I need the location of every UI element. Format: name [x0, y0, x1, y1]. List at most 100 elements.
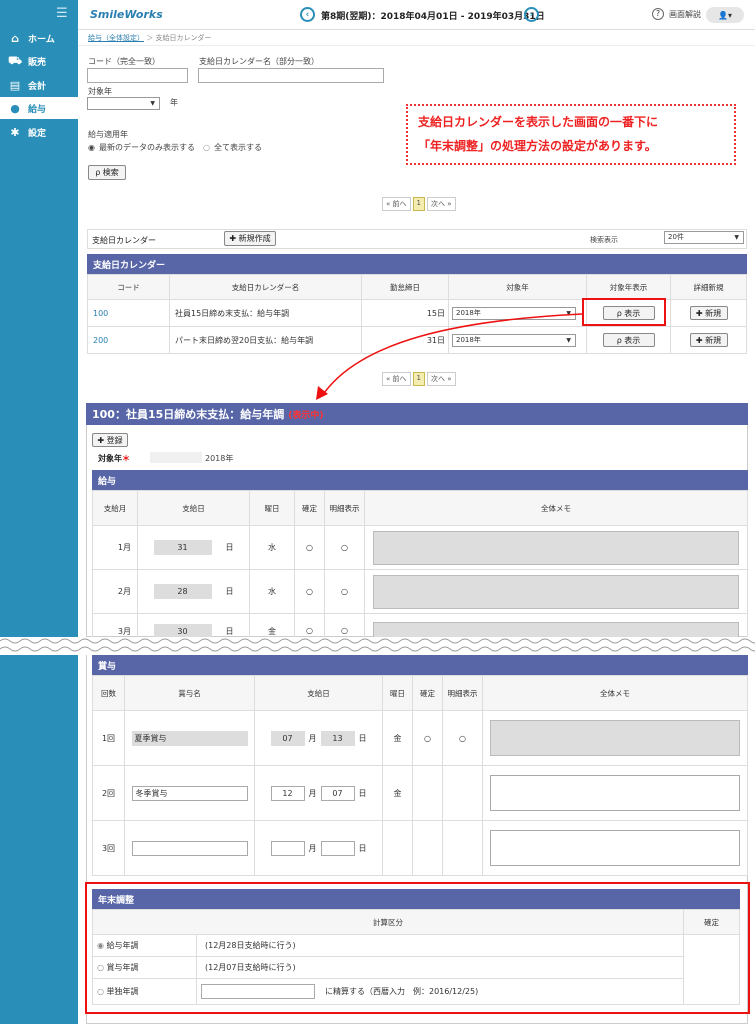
yearend-header: 年末調整 — [92, 889, 740, 909]
code-input[interactable] — [87, 68, 188, 83]
bonus-name-input[interactable]: 夏季賞与 — [131, 730, 248, 746]
detail-radio[interactable]: ○ — [324, 569, 365, 614]
col-month: 支給月 — [92, 490, 138, 526]
col-dow: 曜日 — [249, 490, 295, 526]
memo-textarea[interactable] — [373, 530, 739, 565]
target-year-label: 対象年＊ — [98, 454, 130, 463]
sidebar: ☰ ⌂ ホーム ⛟ 販売 ▤ 会計 ● 給与 ✱ 設定 — [0, 0, 78, 1024]
memo-textarea[interactable] — [490, 830, 740, 866]
cart-icon: ⛟ — [8, 53, 22, 67]
col-year-show: 対象年表示 — [586, 274, 671, 300]
row-new-button[interactable]: ✚ 新規 — [689, 333, 728, 347]
bonus-month-input[interactable]: 12 — [270, 785, 305, 801]
bonus-table: 回数 賞与名 支給日 曜日 確定 明細表示 全体メモ 1回 夏季賞与 07 月 13 日金 ○ ○ 2回冬… — [92, 675, 748, 876]
display-count-label: 検索表示 — [590, 236, 618, 244]
bonus-day-input[interactable]: 13 — [320, 730, 355, 746]
confirm-radio[interactable]: ○ — [294, 569, 325, 614]
list-toolbar — [87, 229, 747, 249]
confirm-radio[interactable]: ○ — [294, 525, 325, 570]
page-break — [0, 637, 755, 655]
logo: SmileWorks — [90, 8, 163, 21]
col-new: 詳細新規 — [670, 274, 747, 300]
detail-header: 100：社員15日締め末支払：給与年調 (表示中) — [86, 403, 748, 425]
sidebar-item-label: 販売 — [28, 57, 47, 68]
radio-salary-yearend[interactable]: ◉ — [97, 941, 104, 950]
register-button[interactable]: ✚ 登録 — [92, 433, 128, 447]
moneybag-icon: ● — [10, 101, 20, 115]
sidebar-item-label: ホーム — [28, 34, 55, 45]
col-name: 支給日カレンダー名 — [169, 274, 362, 300]
table-row: 1月 31 日水 ○ ○ — [92, 525, 748, 570]
salary-header: 給与 — [92, 470, 748, 490]
table-row: 3回月日 — [92, 820, 748, 876]
detail-radio[interactable]: ○ — [324, 525, 365, 570]
sidebar-item-settings[interactable]: ✱ 設定 — [0, 121, 78, 143]
name-label: 支給日カレンダー名（部分一致） — [199, 57, 319, 66]
pager-page[interactable]: 1 — [412, 372, 425, 386]
name-input[interactable] — [198, 68, 384, 83]
detail-status: (表示中) — [288, 410, 324, 421]
pager-prev[interactable]: « 前へ — [382, 197, 411, 211]
radio-all[interactable]: ○ — [203, 143, 210, 152]
payday-input[interactable]: 28 — [153, 584, 212, 599]
memo-textarea[interactable] — [490, 775, 740, 811]
radio-bonus-yearend[interactable]: ○ — [97, 963, 104, 972]
next-period-icon[interactable]: › — [524, 7, 539, 22]
user-menu[interactable]: 👤▾ — [706, 7, 744, 23]
memo-textarea[interactable] — [373, 574, 739, 609]
bonus-day-input[interactable] — [320, 840, 355, 856]
sidebar-item-accounting[interactable]: ▤ 会計 — [0, 74, 78, 96]
sidebar-item-home[interactable]: ⌂ ホーム — [0, 27, 78, 49]
search-button[interactable]: ρ 検索 — [88, 165, 126, 180]
year-label: 対象年 — [88, 87, 112, 96]
list-header: 支給日カレンダー — [87, 254, 747, 274]
detail-radio[interactable]: ○ — [442, 710, 483, 766]
radio-standalone-yearend[interactable]: ○ — [97, 987, 104, 996]
row-new-button[interactable]: ✚ 新規 — [689, 306, 728, 320]
pager-next[interactable]: 次へ » — [426, 197, 456, 211]
show-button[interactable]: ρ 表示 — [602, 333, 655, 347]
bonus-name-input[interactable]: 冬季賞与 — [131, 785, 248, 801]
col-close: 勤怠締日 — [361, 274, 449, 300]
breadcrumb-current: 支給日カレンダー — [155, 34, 212, 42]
col-memo: 全体メモ — [364, 490, 748, 526]
notice-line-1: 支給日カレンダーを表示した画面の一番下に — [418, 115, 659, 129]
row-code-link[interactable]: 100 — [93, 309, 108, 318]
bonus-day-input[interactable]: 07 — [320, 785, 355, 801]
detail-title: 100：社員15日締め末支払：給与年調 — [92, 408, 285, 421]
radio-latest[interactable]: ◉ — [88, 143, 95, 152]
code-label: コード（完全一致） — [88, 57, 160, 66]
confirm-radio[interactable]: ○ — [412, 710, 443, 766]
callout-arrow-icon — [316, 313, 583, 400]
year-select[interactable]: ▼ — [87, 97, 160, 110]
memo-textarea[interactable] — [490, 720, 740, 756]
bonus-name-input[interactable] — [131, 840, 248, 856]
standalone-date-input[interactable] — [201, 984, 315, 999]
pager-top: « 前へ 1 次へ » — [382, 197, 456, 211]
bonus-month-input[interactable]: 07 — [270, 730, 305, 746]
bonus-month-input[interactable] — [270, 840, 305, 856]
sidebar-item-payroll[interactable]: ● 給与 — [0, 97, 78, 119]
breadcrumb-link[interactable]: 給与（全体設定） — [88, 34, 144, 42]
pager-page[interactable]: 1 — [412, 197, 425, 211]
radio-all-label: 全て表示する — [213, 143, 262, 152]
col-code: コード — [87, 274, 170, 300]
sidebar-item-sales[interactable]: ⛟ 販売 — [0, 50, 78, 72]
col-payday: 支給日 — [137, 490, 250, 526]
hamburger-icon[interactable]: ☰ — [56, 6, 68, 21]
sidebar-item-label: 給与 — [28, 104, 47, 115]
help-icon[interactable]: ? — [652, 8, 664, 20]
pager-prev[interactable]: « 前へ — [382, 372, 411, 386]
sidebar-item-label: 設定 — [28, 128, 47, 139]
help-link[interactable]: 画面解説 — [669, 9, 701, 20]
row-code-link[interactable]: 200 — [93, 336, 108, 345]
payday-input[interactable]: 31 — [153, 540, 212, 555]
display-count-select[interactable]: 20件 ▼ — [664, 231, 744, 244]
notice-callout: 支給日カレンダーを表示した画面の一番下に 「年末調整」の処理方法の設定があります… — [406, 104, 736, 165]
prev-period-icon[interactable]: ‹ — [300, 7, 315, 22]
pager-next[interactable]: 次へ » — [426, 372, 456, 386]
breadcrumb: 給与（全体設定） ＞ 支給日カレンダー — [88, 33, 211, 43]
radio-latest-label: 最新のデータのみ表示する — [98, 143, 195, 152]
table-row: ◉ 給与年調 (12月28日支給時に行う) — [92, 934, 740, 1005]
new-create-button[interactable]: ✚ 新規作成 — [224, 231, 276, 246]
